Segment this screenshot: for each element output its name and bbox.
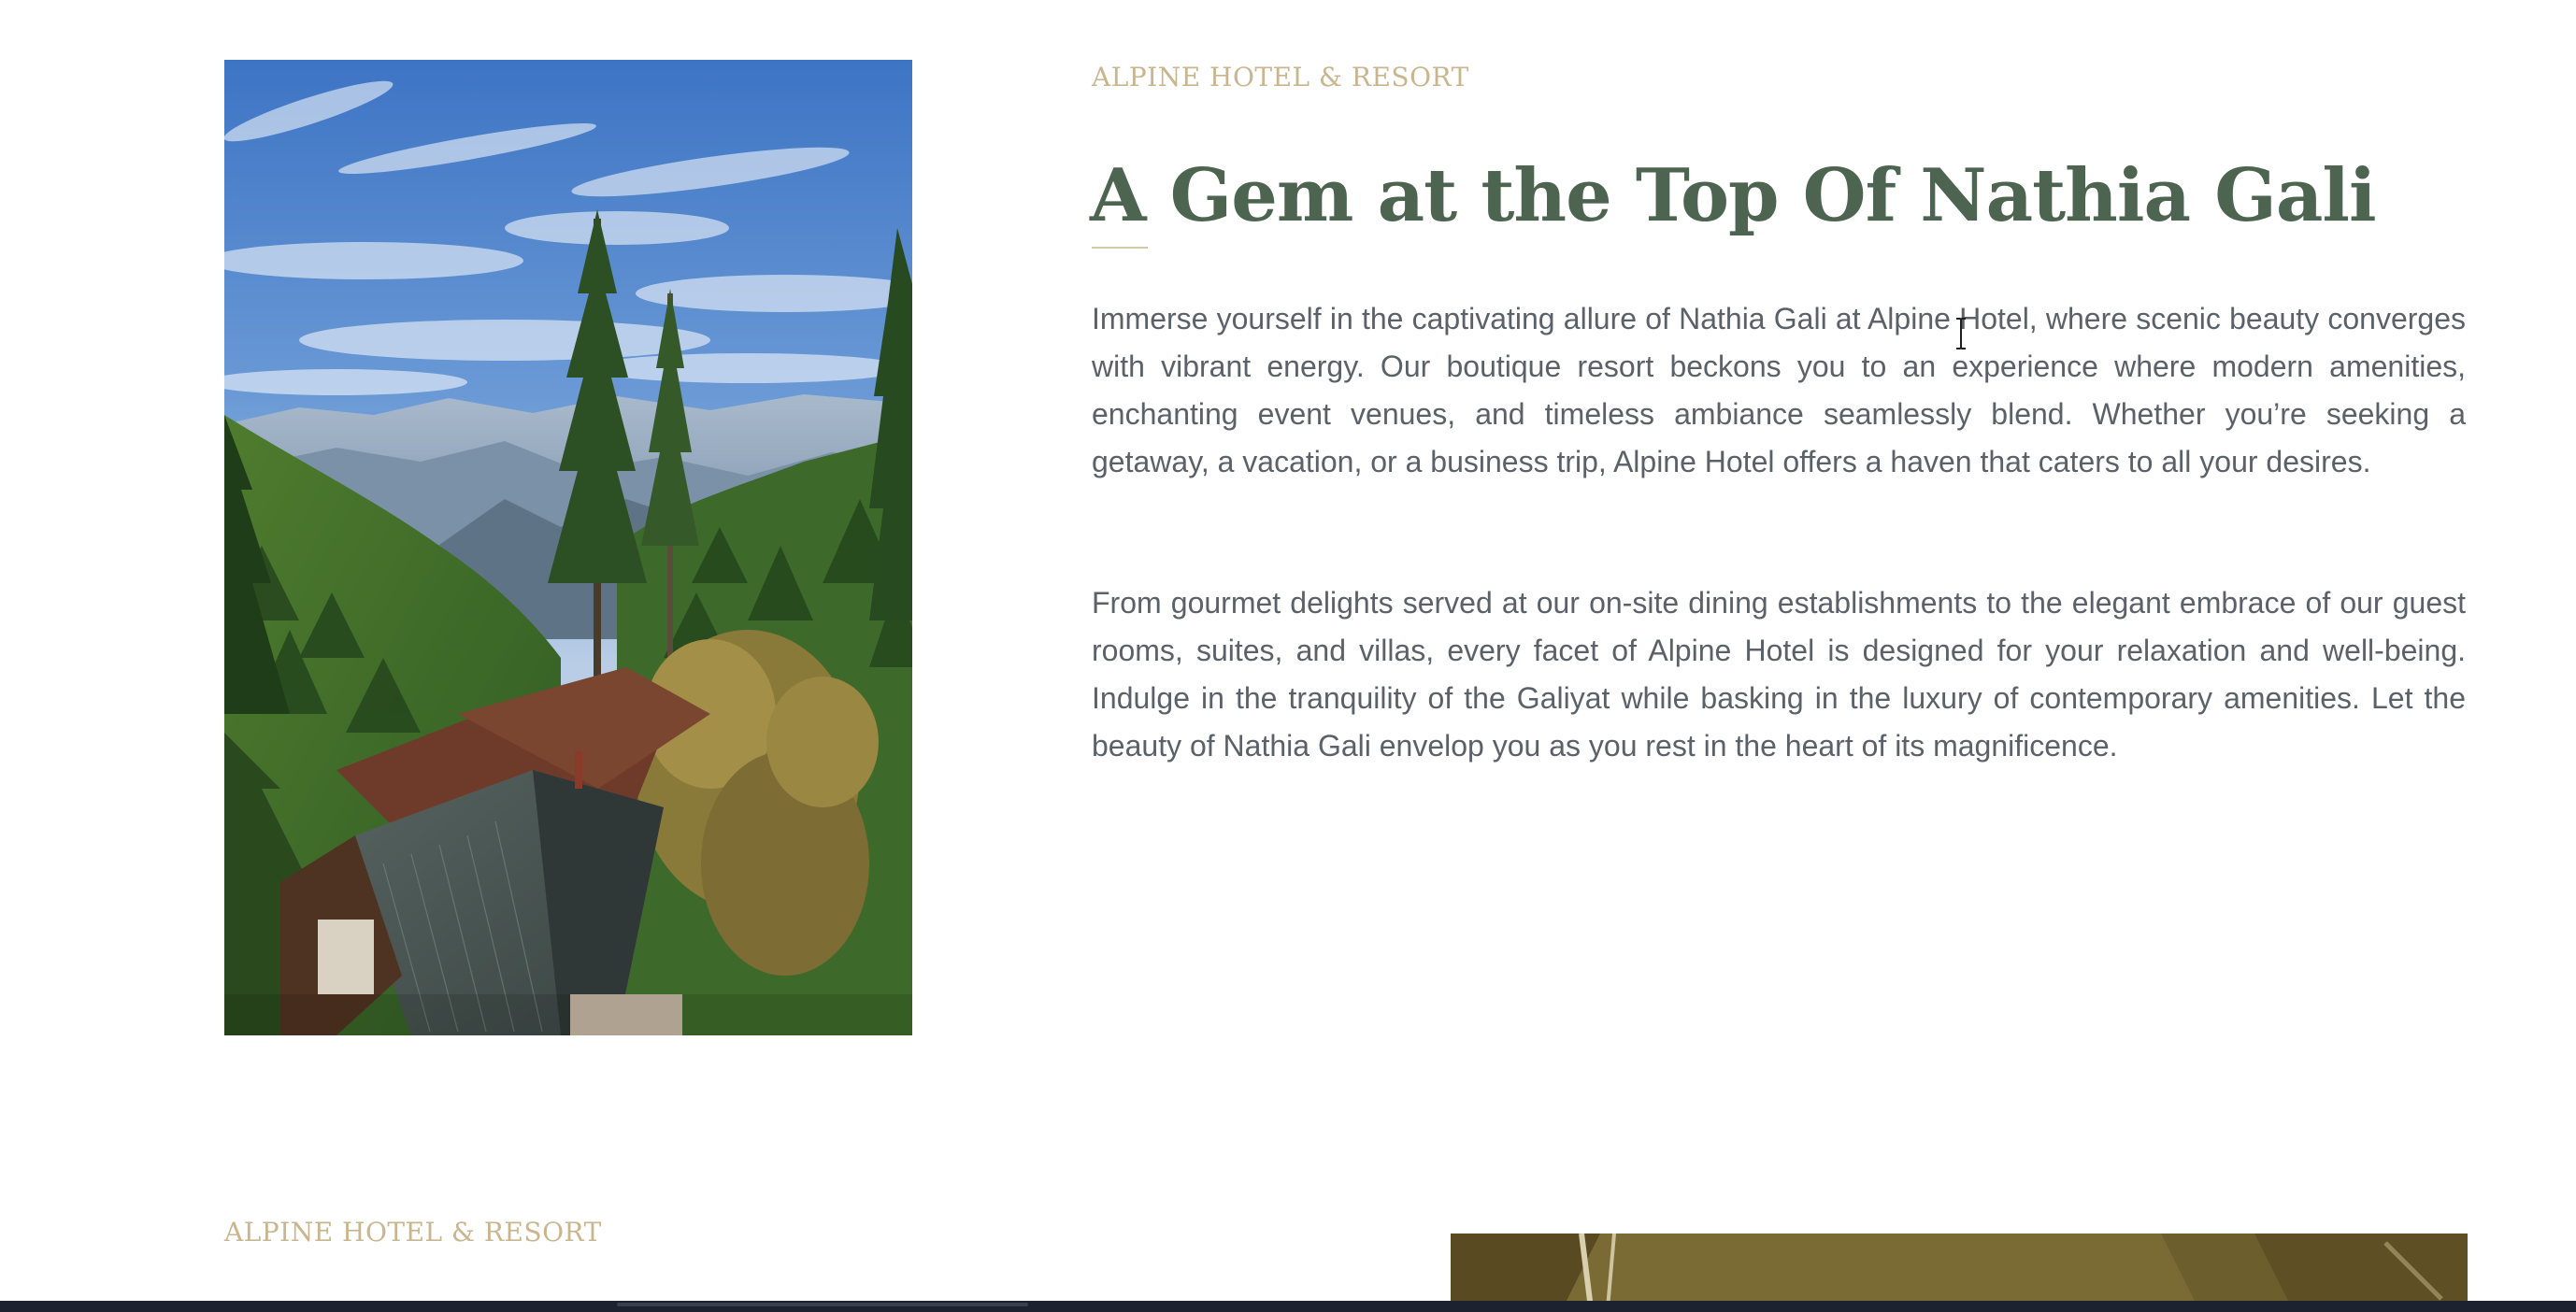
- text-cursor-icon: [1956, 318, 1966, 349]
- page-title: A Gem at the Top Of Nathia Gali: [1090, 153, 2377, 238]
- next-section-eyebrow: ALPINE HOTEL & RESORT: [224, 1217, 602, 1248]
- window-bottom-edge: [0, 1301, 2576, 1312]
- section-eyebrow: ALPINE HOTEL & RESORT: [1092, 62, 1469, 93]
- title-underline-divider: [1092, 247, 1148, 249]
- hotel-forest-photo: [224, 60, 912, 1035]
- hotel-room-photo: [1451, 1234, 2468, 1301]
- window-scroll-indicator: [617, 1303, 1028, 1306]
- page: ALPINE HOTEL & RESORT A Gem at the Top O…: [0, 0, 2576, 1301]
- intro-paragraph-1: Immerse yourself in the captivating allu…: [1092, 302, 2466, 478]
- intro-paragraph-2: From gourmet delights served at our on-s…: [1092, 586, 2466, 763]
